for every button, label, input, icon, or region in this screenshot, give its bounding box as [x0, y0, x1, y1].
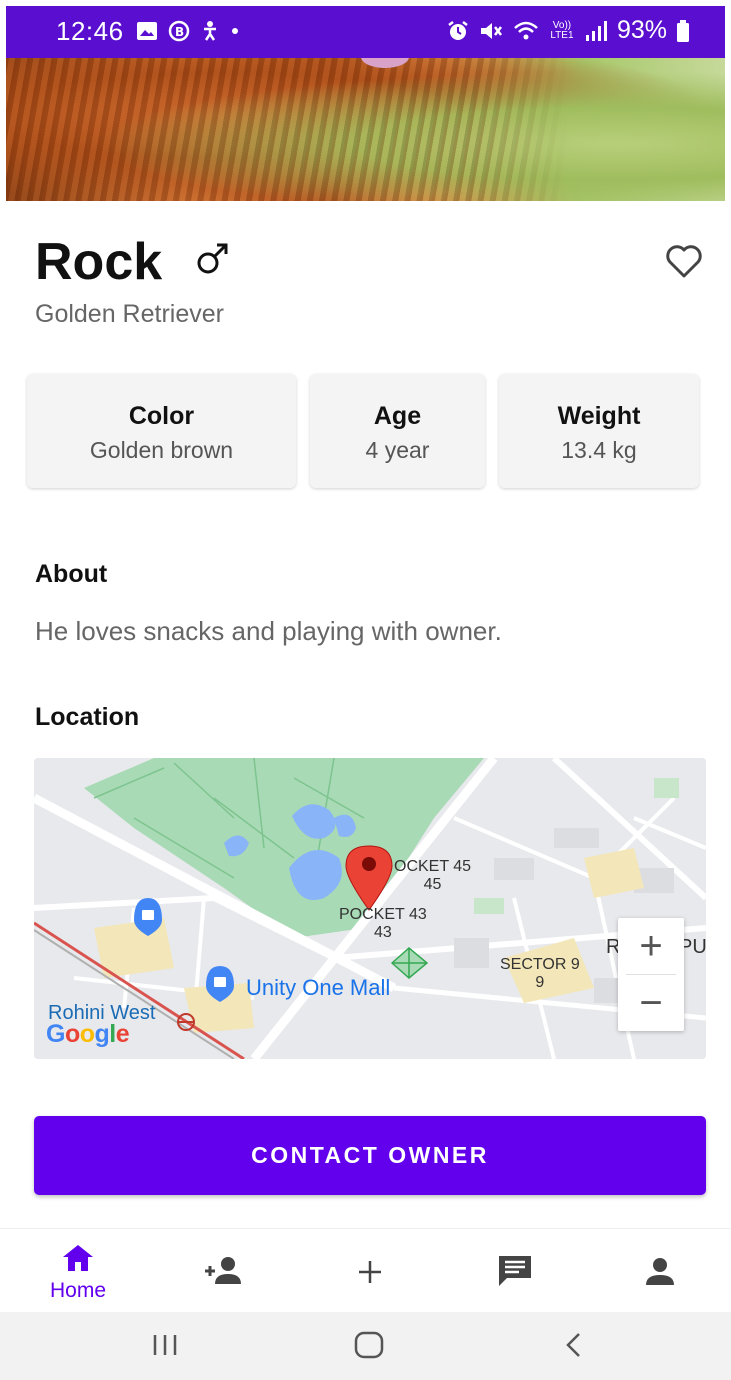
system-navigation-bar: [0, 1312, 731, 1380]
dot-icon: [232, 28, 238, 34]
home-icon: [63, 1245, 93, 1271]
stat-value: Golden brown: [89, 437, 234, 463]
map-label-line: 43: [373, 924, 392, 941]
stat-value: 4 year: [365, 437, 430, 463]
map-label-pocket43: POCKET 43 43: [339, 906, 427, 942]
home-circle-icon[interactable]: [353, 1330, 385, 1360]
wifi-icon: [514, 21, 538, 39]
battery-icon: [677, 19, 689, 42]
status-bar: 12:46 B Vo)) LTE1 93%: [6, 6, 725, 58]
stat-card-age: Age 4 year: [310, 374, 485, 488]
stat-value: 13.4 kg: [561, 437, 637, 463]
male-gender-icon: [197, 243, 228, 274]
map-label-line: 45: [423, 876, 442, 893]
zoom-out-button[interactable]: −: [618, 975, 684, 1031]
nav-item-profile[interactable]: [610, 1229, 710, 1313]
google-logo: Google: [46, 1020, 130, 1048]
pet-photo-detail: [361, 58, 409, 68]
alarm-icon: [448, 20, 468, 40]
back-icon[interactable]: [562, 1330, 586, 1360]
map-label-mall: Unity One Mall: [246, 975, 391, 1000]
location-map[interactable]: OCKET 45 45 POCKET 43 43 SECTOR 9 9 RA P…: [34, 758, 706, 1059]
plus-icon: [359, 1261, 381, 1283]
stat-card-color: Color Golden brown: [27, 374, 296, 488]
pet-photo: [6, 58, 725, 201]
stat-card-weight: Weight 13.4 kg: [499, 374, 699, 488]
about-text: He loves snacks and playing with owner.: [35, 616, 502, 646]
mute-icon: [480, 22, 502, 39]
map-label-line: SECTOR 9: [500, 956, 580, 973]
nav-item-add-friend[interactable]: [174, 1229, 274, 1313]
about-heading: About: [35, 560, 108, 588]
stat-title: Color: [128, 402, 195, 430]
contact-owner-button[interactable]: CONTACT OWNER: [34, 1116, 706, 1195]
map-label-line: OCKET 45: [394, 858, 472, 875]
pet-name: Rock: [35, 233, 163, 291]
gallery-icon: [137, 22, 157, 40]
bixby-icon: B: [168, 20, 190, 42]
status-system-icons: Vo)) LTE1 93%: [447, 16, 689, 45]
add-friend-icon: [205, 1257, 241, 1284]
map-label-pocket45: OCKET 45 45: [394, 858, 471, 894]
volte-icon: Vo)) LTE1: [550, 19, 574, 41]
location-heading: Location: [35, 703, 140, 731]
bottom-navigation: Home: [0, 1228, 731, 1313]
profile-icon: [646, 1258, 674, 1285]
svg-text:B: B: [175, 25, 184, 39]
recents-icon[interactable]: [150, 1330, 180, 1360]
map-label-line: 9: [535, 974, 545, 991]
chat-icon: [499, 1256, 531, 1286]
zoom-controls: + −: [618, 918, 684, 1031]
status-time: 12:46: [56, 16, 124, 46]
nav-item-add[interactable]: [320, 1229, 420, 1313]
stat-title: Age: [373, 402, 422, 430]
nav-label-home: Home: [49, 1279, 107, 1302]
map-label-line: POCKET 43: [339, 906, 427, 923]
favorite-heart-icon[interactable]: [664, 242, 704, 280]
battery-percent: 93%: [616, 16, 667, 44]
stat-title: Weight: [557, 402, 641, 430]
pet-breed: Golden Retriever: [35, 300, 224, 328]
map-label-sector9: SECTOR 9 9: [500, 956, 580, 992]
nav-item-messages[interactable]: [465, 1229, 565, 1313]
nav-item-home[interactable]: Home: [28, 1229, 128, 1313]
status-notification-icons: B: [136, 20, 240, 42]
signal-icon: [585, 20, 607, 41]
accessibility-icon: [204, 21, 216, 41]
zoom-in-button[interactable]: +: [618, 918, 684, 974]
